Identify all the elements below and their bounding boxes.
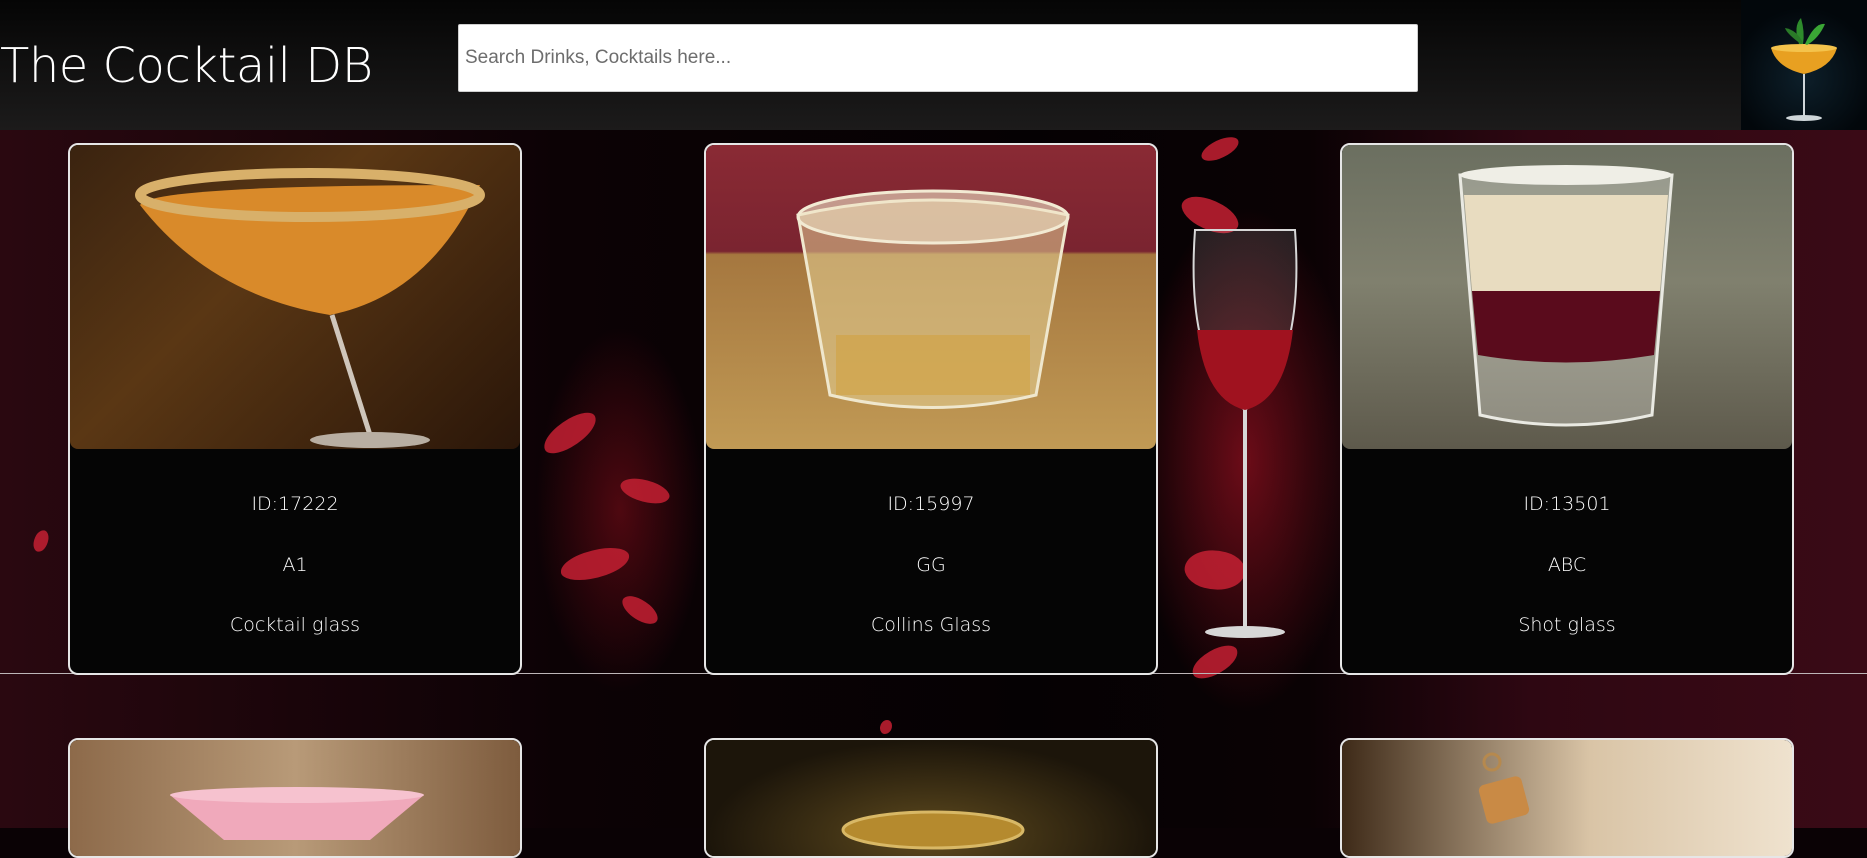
petal-decoration	[880, 720, 892, 734]
drink-card[interactable]: ID:15997 GG Collins Glass	[704, 143, 1158, 675]
drink-image[interactable]	[70, 145, 520, 449]
drink-card[interactable]	[704, 738, 1158, 858]
petal-decoration	[537, 406, 603, 460]
drink-name: ABC	[1547, 554, 1587, 576]
petal-decoration	[32, 528, 50, 554]
petal-decoration	[618, 589, 662, 631]
site-title: The Cocktail DB	[0, 38, 373, 94]
drink-image[interactable]	[70, 740, 520, 856]
search-input[interactable]	[458, 24, 1418, 92]
wine-glass-decoration	[1192, 229, 1298, 638]
petal-decoration	[617, 472, 673, 510]
petal-decoration	[558, 544, 632, 584]
site-header: The Cocktail DB	[0, 0, 1867, 130]
drink-id: ID:17222	[251, 493, 339, 515]
drink-id: ID:15997	[887, 493, 975, 515]
drink-name: GG	[916, 554, 946, 576]
drink-name: A1	[282, 554, 308, 576]
drink-image[interactable]	[1342, 740, 1792, 856]
drink-card[interactable]: ID:17222 A1 Cocktail glass	[68, 143, 522, 675]
drink-id: ID:13501	[1523, 493, 1611, 515]
drink-card[interactable]: ID:13501 ABC Shot glass	[1340, 143, 1794, 675]
drink-image[interactable]	[706, 740, 1156, 856]
drink-glass: Collins Glass	[870, 614, 992, 636]
drink-card[interactable]	[1340, 738, 1794, 858]
drink-image[interactable]	[1342, 145, 1792, 449]
petal-decoration	[1198, 133, 1242, 165]
drink-glass: Shot glass	[1518, 614, 1616, 636]
drink-card[interactable]	[68, 738, 522, 858]
drink-glass: Cocktail glass	[229, 614, 361, 636]
cocktail-logo-icon[interactable]	[1741, 0, 1867, 130]
drink-image[interactable]	[706, 145, 1156, 449]
